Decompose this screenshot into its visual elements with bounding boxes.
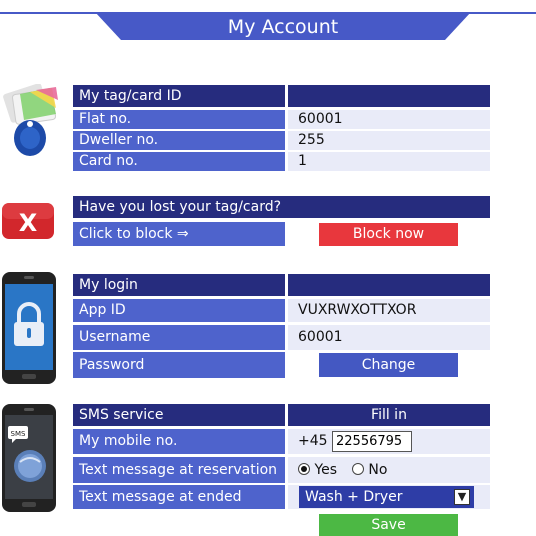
phone-lock-icon — [2, 272, 56, 384]
card-section-header-right — [288, 85, 490, 107]
reservation-radio-group: Yes No — [288, 457, 490, 483]
sms-section-header: SMS service — [73, 404, 285, 426]
mobile-no-label: My mobile no. — [73, 429, 285, 454]
dweller-no-label: Dweller no. — [73, 131, 285, 150]
text-at-ended-label: Text message at ended — [73, 485, 285, 509]
radio-yes-label: Yes — [314, 462, 338, 478]
red-x-icon: X — [2, 203, 54, 239]
ended-select[interactable]: Wash + Dryer — [299, 486, 474, 508]
mobile-number-input[interactable] — [332, 431, 412, 452]
radio-no[interactable] — [351, 463, 364, 475]
block-now-button[interactable]: Block now — [319, 223, 458, 246]
card-no-value: 1 — [288, 152, 490, 171]
text-at-reservation-label: Text message at reservation — [73, 457, 285, 483]
svg-text:X: X — [19, 209, 38, 237]
lost-section-header: Have you lost your tag/card? — [73, 196, 490, 218]
card-section-header: My tag/card ID — [73, 85, 285, 107]
phone-sms-icon: SMS — [2, 404, 56, 512]
flat-no-label: Flat no. — [73, 110, 285, 129]
radio-no-label: No — [368, 462, 388, 478]
app-id-label: App ID — [73, 299, 285, 322]
login-section-header: My login — [73, 274, 285, 296]
change-password-button[interactable]: Change — [319, 353, 458, 377]
app-id-value: VUXRWXOTTXOR — [288, 299, 490, 322]
sms-fill-in-header: Fill in — [288, 404, 490, 426]
card-no-label: Card no. — [73, 152, 285, 171]
username-value: 60001 — [288, 325, 490, 350]
svg-text:SMS: SMS — [11, 430, 26, 438]
password-label: Password — [73, 352, 285, 378]
login-section-header-right — [288, 274, 490, 296]
country-code: +45 — [298, 433, 328, 449]
username-label: Username — [73, 325, 285, 350]
dweller-no-value: 255 — [288, 131, 490, 150]
click-to-block-label: Click to block ⇒ — [73, 222, 285, 246]
chevron-down-icon[interactable]: ▼ — [454, 489, 470, 505]
flat-no-value: 60001 — [288, 110, 490, 129]
tag-card-icon — [3, 84, 58, 156]
radio-yes[interactable] — [298, 463, 310, 475]
ended-select-value: Wash + Dryer — [305, 489, 403, 505]
page-title: My Account — [227, 16, 339, 38]
